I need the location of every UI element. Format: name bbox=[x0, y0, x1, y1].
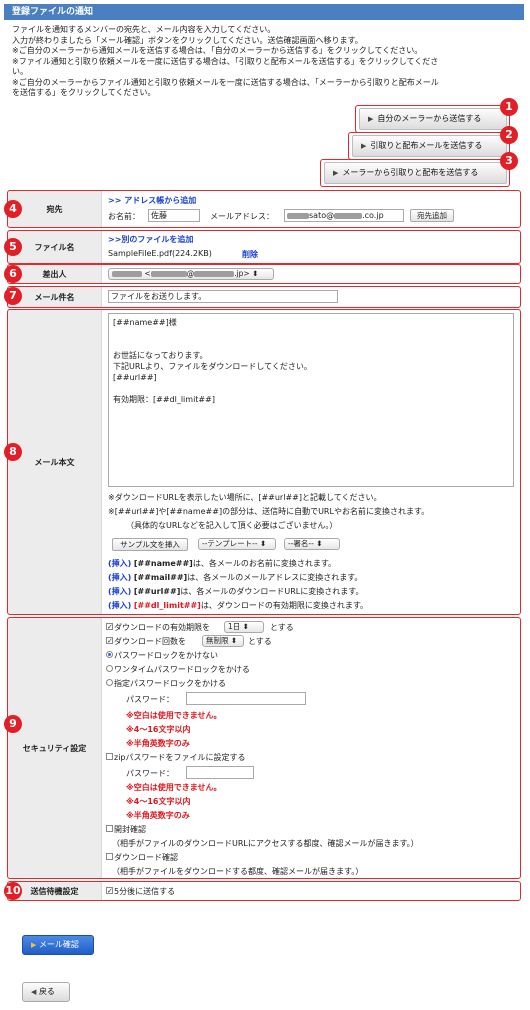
play-icon: ▶ bbox=[31, 941, 37, 949]
back-button[interactable]: ◀ 戻る bbox=[22, 982, 70, 1002]
marker-10: 10 bbox=[4, 882, 22, 900]
marker-7: 7 bbox=[4, 287, 22, 305]
mail-confirm-button[interactable]: ▶ メール確認 bbox=[22, 935, 94, 955]
highlight-box-8 bbox=[7, 309, 521, 615]
pickup-distribute-label: 引取りと配布メールを送信する bbox=[370, 141, 483, 150]
back-arrow-icon: ◀ bbox=[31, 988, 37, 996]
play-icon: ▶ bbox=[361, 142, 367, 150]
own-mailer-send-label: 自分のメーラーから送信する bbox=[377, 114, 482, 123]
marker-2: 2 bbox=[500, 126, 518, 144]
intro-line: い。 bbox=[12, 67, 28, 76]
marker-6: 6 bbox=[4, 265, 22, 283]
intro-text: ファイルを通知するメンバーの宛先と、メール内容を入力してください。 入力が終わり… bbox=[12, 25, 522, 99]
pickup-distribute-send-button[interactable]: ▶ 引取りと配布メールを送信する bbox=[352, 135, 507, 157]
marker-5: 5 bbox=[4, 238, 22, 256]
own-mailer-send-button[interactable]: ▶ 自分のメーラーから送信する bbox=[359, 108, 507, 130]
play-icon: ▶ bbox=[333, 169, 339, 177]
back-label: 戻る bbox=[38, 987, 55, 996]
mail-confirm-label: メール確認 bbox=[38, 940, 79, 949]
highlight-box-9 bbox=[7, 617, 521, 879]
marker-1: 1 bbox=[500, 98, 518, 116]
intro-line: ※ファイル通知と引取り依頼メールを一度に送信する場合は、「引取りと配布メールを送… bbox=[12, 56, 439, 66]
highlight-box-7 bbox=[7, 286, 521, 308]
highlight-box-4 bbox=[7, 190, 521, 228]
marker-8: 8 bbox=[4, 443, 22, 461]
intro-line: ファイルを通知するメンバーの宛先と、メール内容を入力してください。 bbox=[12, 25, 276, 34]
marker-9: 9 bbox=[4, 715, 22, 733]
mailer-pickup-distribute-label: メーラーから引取りと配布を送信する bbox=[342, 168, 479, 177]
highlight-box-6 bbox=[7, 264, 521, 284]
intro-line: ※ご自分のメーラーからファイル通知と引取り依頼メールを一度に送信する場合は、「メ… bbox=[12, 77, 439, 87]
marker-4: 4 bbox=[4, 200, 22, 218]
intro-line: ※ご自分のメーラーから通知メールを送信する場合は、「自分のメーラーから送信する」… bbox=[12, 46, 423, 55]
marker-3: 3 bbox=[500, 152, 518, 170]
mailer-pickup-distribute-button[interactable]: ▶ メーラーから引取りと配布を送信する bbox=[324, 162, 507, 184]
highlight-box-10 bbox=[7, 881, 521, 901]
play-icon: ▶ bbox=[368, 115, 374, 123]
highlight-box-5 bbox=[7, 230, 521, 264]
intro-line: 入力が終わりましたら「メール確認」ボタンをクリックしてください。送信確認画面へ移… bbox=[12, 35, 363, 45]
intro-line: を送信する」をクリックしてください。 bbox=[12, 88, 156, 97]
page-title: 登録ファイルの通知 bbox=[4, 4, 524, 20]
